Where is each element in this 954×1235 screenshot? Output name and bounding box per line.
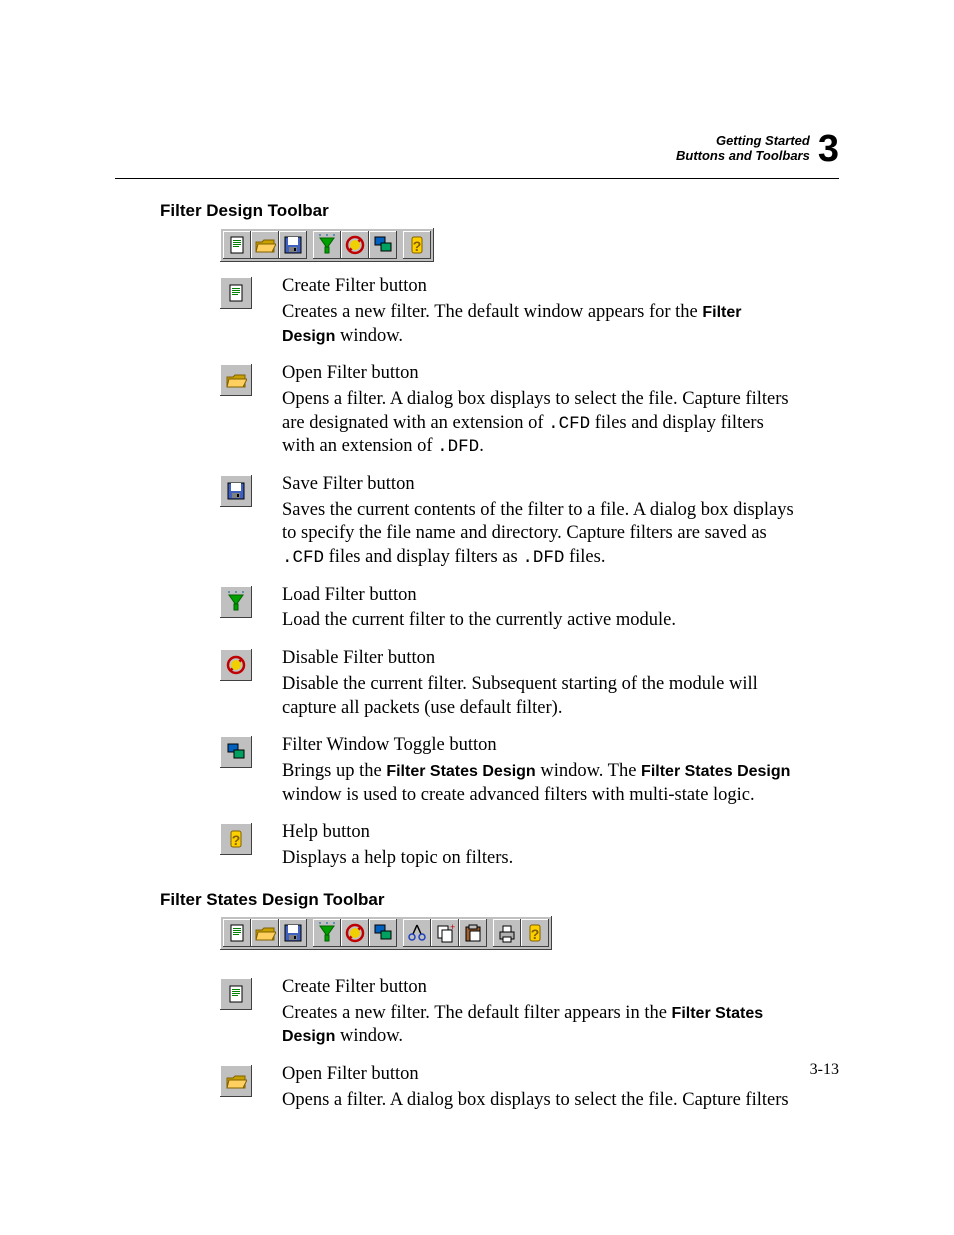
disable-title: Disable Filter button — [282, 647, 794, 671]
toggle-title: Filter Window Toggle button — [282, 734, 794, 758]
desc2-row-create: Create Filter button Creates a new filte… — [220, 976, 794, 1051]
open2-title: Open Filter button — [282, 1063, 789, 1087]
section-title-filter-design: Filter Design Toolbar — [160, 200, 794, 222]
load-desc: Load the current filter to the currently… — [282, 609, 676, 633]
desc-row-create: Create Filter button Creates a new filte… — [220, 275, 794, 350]
open-filter-icon-2 — [220, 1065, 252, 1097]
toolbar2-toggle[interactable] — [369, 919, 397, 947]
help-title: Help button — [282, 821, 513, 845]
create-filter-icon — [220, 277, 252, 309]
filter-states-toolbar — [220, 916, 552, 950]
toolbar-create-filter[interactable] — [223, 231, 251, 259]
toolbar-disable-filter[interactable] — [341, 231, 369, 259]
desc-row-toggle: Filter Window Toggle button Brings up th… — [220, 734, 794, 809]
open-desc: Opens a filter. A dialog box displays to… — [282, 388, 794, 459]
help-icon — [220, 823, 252, 855]
desc-row-open: Open Filter button Opens a filter. A dia… — [220, 362, 794, 461]
toolbar2-create[interactable] — [223, 919, 251, 947]
page: Getting Started Buttons and Toolbars 3 F… — [0, 0, 954, 1235]
header-rule — [115, 178, 839, 179]
open-title: Open Filter button — [282, 362, 794, 386]
save-filter-icon — [220, 475, 252, 507]
window-toggle-icon — [220, 736, 252, 768]
toolbar2-print[interactable] — [493, 919, 521, 947]
disable-filter-icon — [220, 649, 252, 681]
create2-desc: Creates a new filter. The default filter… — [282, 1002, 794, 1049]
toolbar2-disable[interactable] — [341, 919, 369, 947]
desc-row-help: Help button Displays a help topic on fil… — [220, 821, 794, 872]
create2-title: Create Filter button — [282, 976, 794, 1000]
save-title: Save Filter button — [282, 473, 794, 497]
open2-desc: Opens a filter. A dialog box displays to… — [282, 1089, 789, 1113]
desc-row-disable: Disable Filter button Disable the curren… — [220, 647, 794, 722]
toolbar-help[interactable] — [403, 231, 431, 259]
disable-desc: Disable the current filter. Subsequent s… — [282, 673, 794, 720]
toolbar2-save[interactable] — [279, 919, 307, 947]
open-filter-icon — [220, 364, 252, 396]
load-filter-icon — [220, 586, 252, 618]
create-filter-icon-2 — [220, 978, 252, 1010]
save-desc: Saves the current contents of the filter… — [282, 499, 794, 570]
toolbar2-help[interactable] — [521, 919, 549, 947]
desc2-row-open: Open Filter button Opens a filter. A dia… — [220, 1063, 794, 1114]
section-title-filter-states: Filter States Design Toolbar — [160, 889, 794, 911]
load-title: Load Filter button — [282, 584, 676, 608]
header-line2: Buttons and Toolbars — [676, 149, 810, 164]
toolbar2-copy[interactable] — [431, 919, 459, 947]
toolbar2-paste[interactable] — [459, 919, 487, 947]
help-desc: Displays a help topic on filters. — [282, 847, 513, 871]
toolbar-window-toggle[interactable] — [369, 231, 397, 259]
create-title: Create Filter button — [282, 275, 794, 299]
chapter-number: 3 — [818, 130, 839, 168]
toolbar2-load[interactable] — [313, 919, 341, 947]
desc-row-save: Save Filter button Saves the current con… — [220, 473, 794, 572]
toolbar-open-filter[interactable] — [251, 231, 279, 259]
toolbar2-open[interactable] — [251, 919, 279, 947]
filter-design-toolbar — [220, 228, 434, 262]
page-number: 3-13 — [810, 1060, 839, 1080]
toggle-desc: Brings up the Filter States Design windo… — [282, 760, 794, 807]
toolbar-save-filter[interactable] — [279, 231, 307, 259]
create-desc: Creates a new filter. The default window… — [282, 301, 794, 348]
toolbar2-cut[interactable] — [403, 919, 431, 947]
running-header: Getting Started Buttons and Toolbars 3 — [676, 130, 839, 168]
desc-row-load: Load Filter button Load the current filt… — [220, 584, 794, 635]
header-line1: Getting Started — [676, 134, 810, 149]
toolbar-load-filter[interactable] — [313, 231, 341, 259]
